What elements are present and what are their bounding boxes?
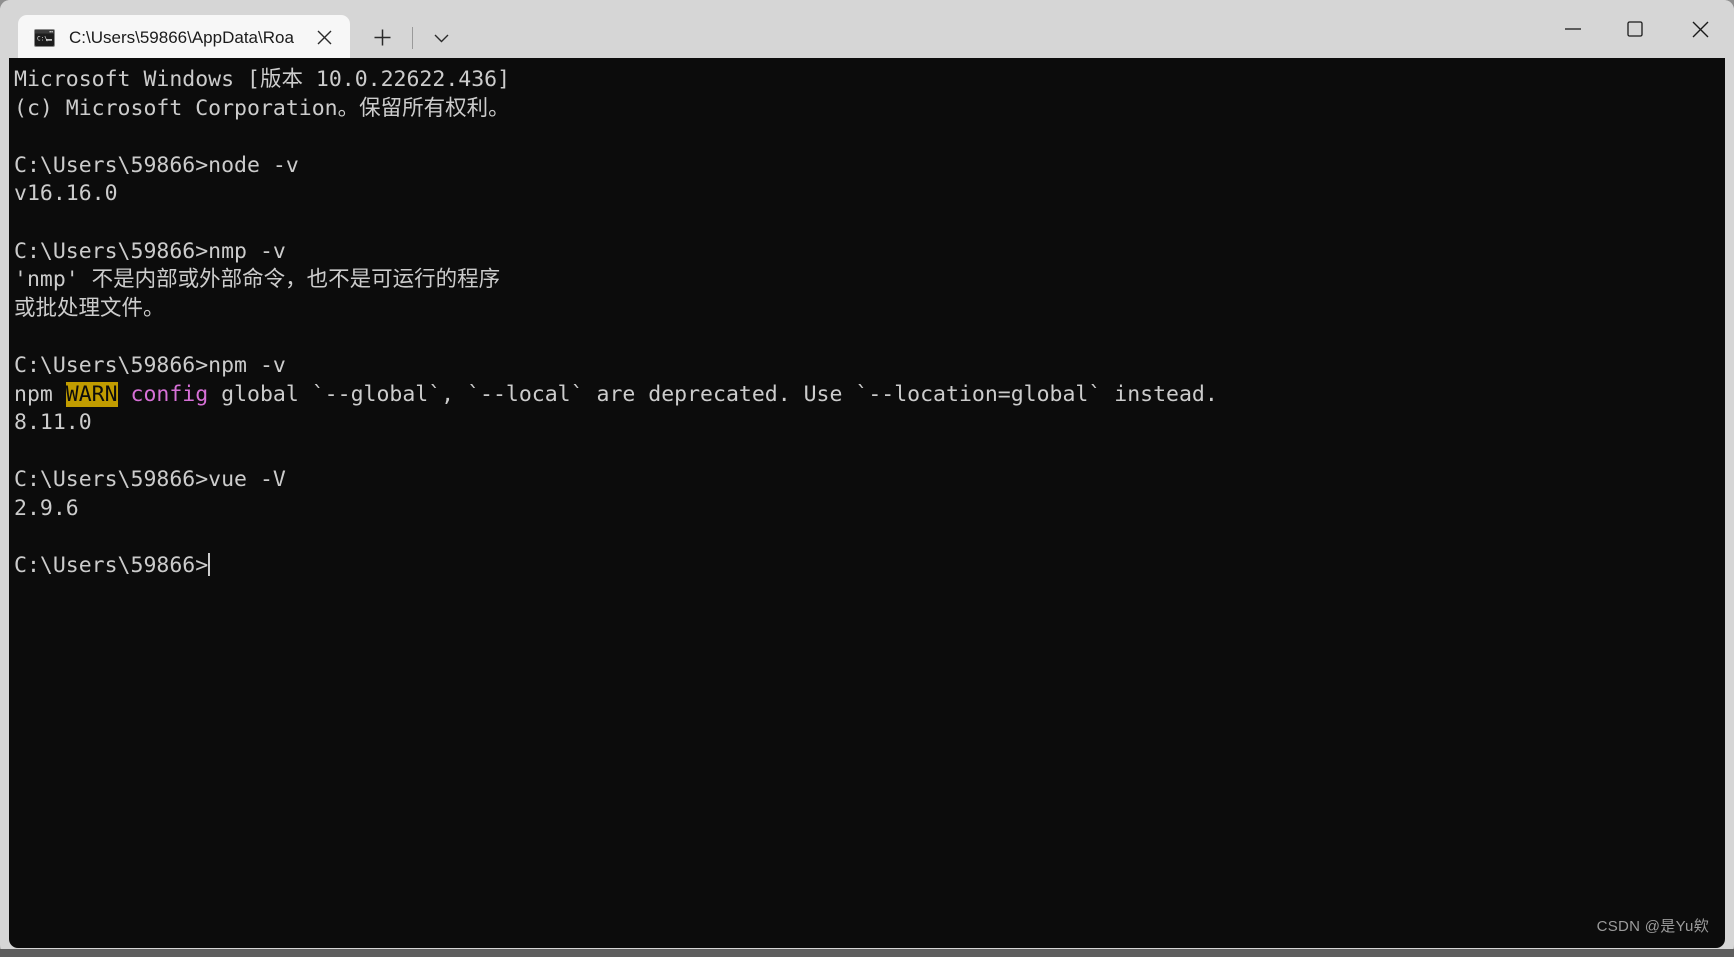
tab-close-icon[interactable]	[310, 23, 340, 53]
text-cursor	[208, 553, 211, 577]
tab-strip: C:\ C:\Users\59866\AppData\Roa	[0, 0, 461, 60]
new-tab-area	[350, 15, 461, 60]
terminal-surface[interactable]: Microsoft Windows [版本 10.0.22622.436] (c)…	[9, 58, 1725, 948]
terminal-line: v16.16.0	[14, 181, 118, 207]
terminal-line: 或批处理文件。	[14, 295, 165, 321]
terminal-line: C:\Users\59866>npm -v	[14, 352, 286, 378]
tab-active-cmd[interactable]: C:\ C:\Users\59866\AppData\Roa	[18, 15, 350, 60]
title-bar: C:\ C:\Users\59866\AppData\Roa	[0, 0, 1734, 60]
cmd-console-icon: C:\	[34, 28, 55, 47]
terminal-line: 2.9.6	[14, 495, 79, 521]
minimize-button[interactable]	[1542, 0, 1604, 58]
maximize-button[interactable]	[1604, 0, 1666, 58]
taskbar-sliver	[0, 949, 1734, 957]
terminal-line: npm WARN config global `--global`, `--lo…	[14, 381, 1725, 410]
terminal-window: C:\ C:\Users\59866\AppData\Roa Microsoft…	[0, 0, 1734, 957]
terminal-output[interactable]: Microsoft Windows [版本 10.0.22622.436] (c)…	[14, 66, 1725, 948]
window-controls	[1542, 0, 1734, 58]
terminal-line: C:\Users\59866>nmp -v	[14, 238, 286, 264]
terminal-line: C:\Users\59866>vue -V	[14, 467, 286, 493]
warn-badge: WARN	[65, 381, 118, 407]
terminal-line: Microsoft Windows [版本 10.0.22622.436]	[14, 67, 511, 92]
warn-keyword: config	[117, 381, 222, 407]
watermark: CSDN @是Yu欸	[1596, 918, 1709, 935]
warn-prefix: npm	[14, 381, 66, 407]
terminal-line: C:\Users\59866>node -v	[14, 152, 299, 178]
prompt-text: C:\Users\59866>	[14, 553, 209, 579]
terminal-line: 'nmp' 不是内部或外部命令，也不是可运行的程序	[14, 267, 501, 293]
warn-message: global `--global`, `--local` are depreca…	[221, 381, 1218, 407]
tab-bar-divider	[411, 26, 413, 49]
chevron-down-icon[interactable]	[423, 21, 461, 55]
svg-text:C:\: C:\	[37, 35, 48, 42]
terminal-line: (c) Microsoft Corporation。保留所有权利。	[14, 95, 510, 121]
new-tab-button[interactable]	[364, 21, 402, 55]
terminal-line: 8.11.0	[14, 410, 92, 436]
tab-title: C:\Users\59866\AppData\Roa	[69, 27, 294, 47]
close-button[interactable]	[1666, 0, 1734, 58]
terminal-line: C:\Users\59866>	[14, 552, 1725, 581]
